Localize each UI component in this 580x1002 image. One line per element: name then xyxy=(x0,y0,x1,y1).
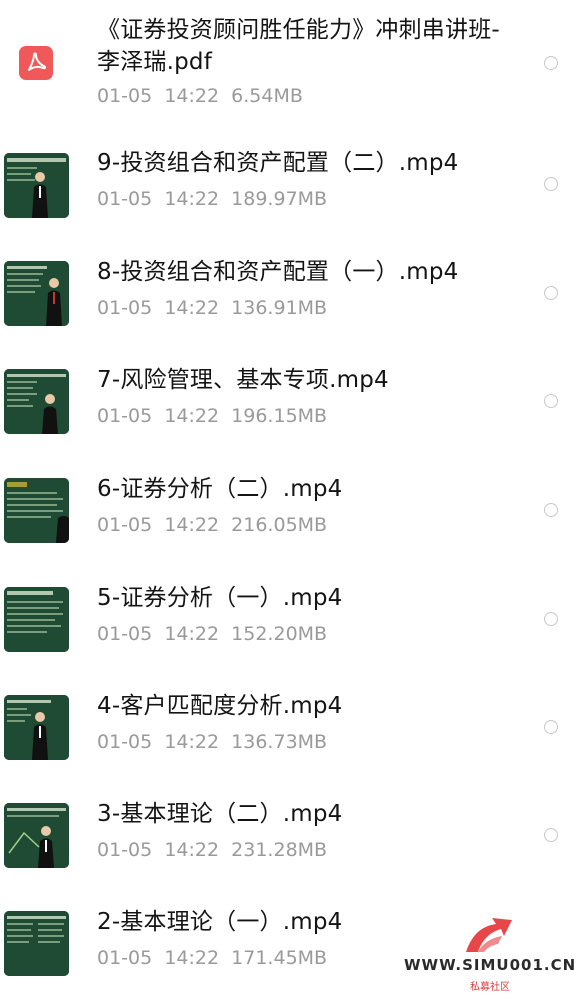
file-name: 9-投资组合和资产配置（二）.mp4 xyxy=(97,150,459,176)
pdf-icon xyxy=(19,46,53,80)
video-thumbnail xyxy=(4,153,69,218)
file-time: 14:22 xyxy=(164,839,220,861)
video-thumbnail xyxy=(4,803,69,868)
file-date: 01-05 xyxy=(97,85,153,107)
file-size: 136.73MB xyxy=(231,731,328,753)
file-meta: 01-05 14:22 136.73MB xyxy=(97,730,327,754)
video-thumbnail xyxy=(4,369,69,434)
list-item[interactable]: 5-证券分析（一）.mp4 01-05 14:22 152.20MB xyxy=(0,570,580,678)
file-time: 14:22 xyxy=(164,297,220,319)
file-date: 01-05 xyxy=(97,188,153,210)
file-meta: 01-05 14:22 6.54MB xyxy=(97,84,303,108)
select-radio[interactable] xyxy=(544,394,558,408)
file-date: 01-05 xyxy=(97,405,153,427)
file-time: 14:22 xyxy=(164,85,220,107)
file-name: 《证券投资顾问胜任能力》冲刺串讲班-李泽瑞.pdf xyxy=(97,17,500,75)
watermark-site: WWW.SIMU001.CN xyxy=(404,956,577,974)
select-radio[interactable] xyxy=(544,286,558,300)
file-name: 8-投资组合和资产配置（一）.mp4 xyxy=(97,259,459,285)
file-size: 152.20MB xyxy=(231,623,328,645)
file-size: 171.45MB xyxy=(231,947,328,969)
list-item[interactable]: 6-证券分析（二）.mp4 01-05 14:22 216.05MB xyxy=(0,461,580,569)
video-thumbnail xyxy=(4,695,69,760)
file-meta: 01-05 14:22 231.28MB xyxy=(97,838,327,862)
file-name: 7-风险管理、基本专项.mp4 xyxy=(97,367,389,393)
file-meta: 01-05 14:22 189.97MB xyxy=(97,187,327,211)
file-time: 14:22 xyxy=(164,623,220,645)
file-name: 4-客户匹配度分析.mp4 xyxy=(97,693,343,719)
file-date: 01-05 xyxy=(97,947,153,969)
file-name: 5-证券分析（一）.mp4 xyxy=(97,585,343,611)
file-size: 196.15MB xyxy=(231,405,328,427)
file-size: 6.54MB xyxy=(231,85,303,107)
list-item[interactable]: 9-投资组合和资产配置（二）.mp4 01-05 14:22 189.97MB xyxy=(0,135,580,243)
file-meta: 01-05 14:22 171.45MB xyxy=(97,946,327,970)
select-radio[interactable] xyxy=(544,720,558,734)
file-meta: 01-05 14:22 196.15MB xyxy=(97,404,327,428)
select-radio[interactable] xyxy=(544,503,558,517)
list-item[interactable]: 4-客户匹配度分析.mp4 01-05 14:22 136.73MB xyxy=(0,678,580,786)
file-time: 14:22 xyxy=(164,405,220,427)
watermark: WWW.SIMU001.CN 私募社区 xyxy=(404,912,576,998)
file-time: 14:22 xyxy=(164,514,220,536)
select-radio[interactable] xyxy=(544,177,558,191)
file-date: 01-05 xyxy=(97,731,153,753)
file-meta: 01-05 14:22 136.91MB xyxy=(97,296,327,320)
list-item[interactable]: 3-基本理论（二）.mp4 01-05 14:22 231.28MB xyxy=(0,786,580,894)
video-thumbnail xyxy=(4,478,69,543)
file-name: 6-证券分析（二）.mp4 xyxy=(97,476,343,502)
watermark-subtitle: 私募社区 xyxy=(470,982,510,993)
file-size: 231.28MB xyxy=(231,839,328,861)
file-meta: 01-05 14:22 216.05MB xyxy=(97,513,327,537)
video-thumbnail xyxy=(4,911,69,976)
list-item[interactable]: 8-投资组合和资产配置（一）.mp4 01-05 14:22 136.91MB xyxy=(0,244,580,352)
file-size: 216.05MB xyxy=(231,514,328,536)
file-time: 14:22 xyxy=(164,731,220,753)
file-list: 《证券投资顾问胜任能力》冲刺串讲班-李泽瑞.pdf 01-05 14:22 6.… xyxy=(0,0,580,998)
list-item[interactable]: 《证券投资顾问胜任能力》冲刺串讲班-李泽瑞.pdf 01-05 14:22 6.… xyxy=(0,0,580,108)
file-date: 01-05 xyxy=(97,839,153,861)
file-date: 01-05 xyxy=(97,623,153,645)
file-date: 01-05 xyxy=(97,514,153,536)
file-meta: 01-05 14:22 152.20MB xyxy=(97,622,327,646)
file-size: 189.97MB xyxy=(231,188,328,210)
file-name: 3-基本理论（二）.mp4 xyxy=(97,801,343,827)
select-radio[interactable] xyxy=(544,612,558,626)
file-time: 14:22 xyxy=(164,188,220,210)
file-time: 14:22 xyxy=(164,947,220,969)
file-size: 136.91MB xyxy=(231,297,328,319)
video-thumbnail xyxy=(4,261,69,326)
list-item[interactable]: 7-风险管理、基本专项.mp4 01-05 14:22 196.15MB xyxy=(0,352,580,460)
file-date: 01-05 xyxy=(97,297,153,319)
simu-logo-icon xyxy=(466,918,512,952)
select-radio[interactable] xyxy=(544,828,558,842)
select-radio[interactable] xyxy=(544,56,558,70)
video-thumbnail xyxy=(4,587,69,652)
